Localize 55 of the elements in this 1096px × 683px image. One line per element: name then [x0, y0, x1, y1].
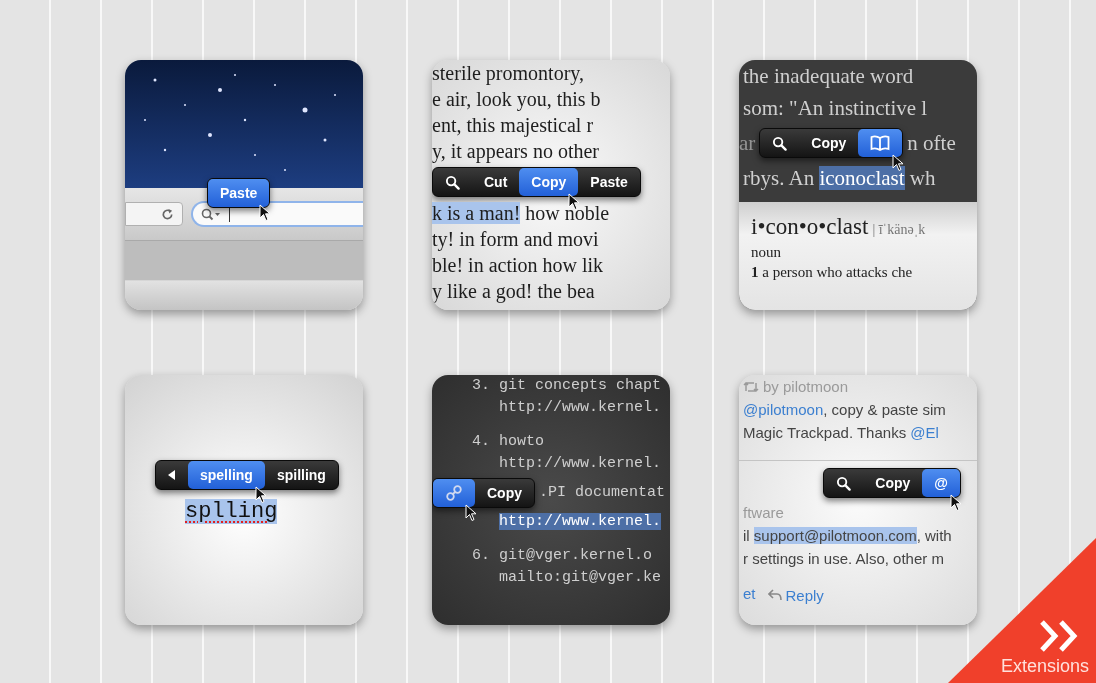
link[interactable]: et: [743, 585, 756, 602]
link-action[interactable]: [433, 479, 475, 507]
menu-action[interactable]: spelling: [188, 461, 265, 489]
byline: by pilotmoon: [763, 377, 849, 397]
text-line: rbys. An iconoclast wh: [742, 165, 936, 192]
headword: i•con•o•clast: [751, 213, 869, 241]
text-line: n ofte: [907, 130, 956, 157]
menu-action[interactable]: spilling: [264, 461, 338, 489]
text-line: http://www.kernel.: [498, 398, 662, 418]
link[interactable]: @El: [910, 424, 939, 441]
text-line: @pilotmoon, copy & paste sim: [742, 400, 946, 420]
menu-action[interactable]: Paste: [578, 168, 640, 196]
text-line: http://www.kernel.: [498, 454, 662, 474]
book-icon: [870, 135, 891, 151]
text-line: the inadequate word: [742, 63, 914, 90]
menu-action[interactable]: Cut: [472, 168, 520, 196]
text-line: Magic Trackpad. Thanks @El: [742, 423, 939, 443]
retweet-icon: [743, 380, 759, 393]
text-line: e air, look you, this b: [432, 87, 601, 112]
link-icon: [445, 484, 463, 502]
banner-label: Extensions: [1000, 655, 1089, 677]
search-icon: [201, 207, 221, 221]
text-line: som: "An instinctive l: [742, 95, 928, 122]
text-line: 4. howto: [471, 432, 544, 452]
text-line: .PI documentat: [539, 483, 666, 503]
search-icon: [445, 174, 460, 190]
menu-action[interactable]: Copy: [799, 129, 859, 157]
menu-action[interactable]: Copy: [475, 479, 534, 507]
text-line: ftware: [742, 503, 784, 523]
reply-arrow-icon: [767, 589, 782, 602]
text-line: ble! in action how lik: [432, 253, 604, 278]
search-icon: [836, 475, 852, 491]
pronunciation: | īˈkänəˌk: [872, 221, 926, 239]
text-line: 3. git concepts chapt: [471, 376, 662, 396]
text-line: r settings in use. Also, other m: [742, 549, 944, 569]
menu-action[interactable]: Copy: [519, 168, 579, 196]
part-of-speech: noun: [751, 243, 782, 262]
back-arrow-icon: [168, 470, 176, 480]
text-line: mailto:git@vger.ke: [498, 568, 662, 588]
text-line: k is a man! how noble: [432, 201, 610, 226]
reload-icon: [161, 207, 174, 221]
text-line: 6. git@vger.kernel.o: [471, 546, 653, 566]
text-line: sterile promontory,: [432, 61, 584, 86]
search-icon: [772, 135, 788, 151]
menu-action[interactable]: @: [922, 469, 960, 497]
address-field[interactable]: [125, 202, 183, 226]
menu-action[interactable]: Paste: [208, 179, 270, 207]
menu-action[interactable]: Copy: [863, 469, 923, 497]
reply-link[interactable]: Reply: [785, 583, 824, 607]
book-action[interactable]: [858, 129, 903, 157]
text-line: y, it appears no other: [432, 139, 599, 164]
definition-text: 1 a person who attacks che: [751, 263, 914, 282]
text-line: ent, this majestical r: [432, 113, 594, 138]
text-line: ty! in form and movi: [432, 227, 599, 252]
text-line: ar: [739, 130, 756, 157]
